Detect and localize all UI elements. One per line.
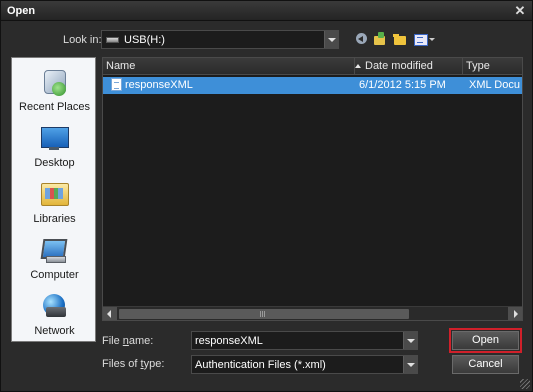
desktop-icon bbox=[38, 124, 70, 152]
title-bar[interactable]: Open ✕ bbox=[1, 1, 532, 21]
file-type-select[interactable]: Authentication Files (*.xml) bbox=[191, 355, 418, 374]
file-name-input[interactable]: responseXML bbox=[191, 331, 418, 350]
xml-file-icon bbox=[111, 77, 122, 91]
place-label: Recent Places bbox=[19, 101, 90, 113]
view-menu-icon[interactable] bbox=[413, 32, 428, 46]
scrollbar-thumb[interactable] bbox=[119, 309, 409, 319]
close-button[interactable]: ✕ bbox=[512, 3, 528, 18]
place-label: Libraries bbox=[33, 213, 76, 225]
place-recent-places[interactable]: Recent Places bbox=[12, 62, 97, 118]
view-menu-arrow-icon[interactable] bbox=[429, 38, 435, 41]
horizontal-scrollbar[interactable] bbox=[103, 306, 522, 320]
place-label: Network bbox=[34, 325, 75, 337]
file-name-label: File name: bbox=[102, 335, 154, 347]
network-icon bbox=[38, 292, 70, 320]
look-in-value: USB(H:) bbox=[124, 34, 165, 46]
file-type-value: Authentication Files (*.xml) bbox=[195, 359, 326, 371]
place-libraries[interactable]: Libraries bbox=[12, 174, 97, 230]
place-label: Computer bbox=[30, 269, 79, 281]
open-button-label: Open bbox=[472, 334, 499, 346]
computer-icon bbox=[38, 236, 70, 264]
back-icon[interactable] bbox=[355, 32, 369, 46]
file-date-cell: 6/1/2012 5:15 PM bbox=[359, 79, 446, 91]
up-one-level-icon[interactable] bbox=[373, 32, 387, 46]
file-type-label: Files of type: bbox=[102, 358, 165, 370]
column-header-date-modified[interactable]: Date modified bbox=[355, 58, 463, 75]
resize-grip-icon[interactable] bbox=[520, 379, 530, 389]
file-type-cell: XML Docu bbox=[469, 79, 520, 91]
sort-ascending-icon bbox=[355, 64, 361, 68]
scroll-right-icon[interactable] bbox=[508, 307, 522, 320]
window-title: Open bbox=[7, 5, 36, 17]
look-in-label: Look in: bbox=[63, 34, 102, 46]
usb-drive-icon bbox=[106, 37, 119, 43]
place-label: Desktop bbox=[34, 157, 75, 169]
libraries-icon bbox=[38, 180, 70, 208]
file-list[interactable]: Name Date modified Type responseXML 6/1/… bbox=[102, 57, 523, 321]
file-list-header: Name Date modified Type bbox=[103, 58, 522, 75]
column-header-date-label: Date modified bbox=[365, 60, 433, 72]
look-in-combobox[interactable]: USB(H:) bbox=[101, 30, 339, 49]
cancel-button[interactable]: Cancel bbox=[452, 355, 519, 374]
open-button[interactable]: Open bbox=[449, 328, 522, 353]
look-in-dropdown-arrow-icon[interactable] bbox=[324, 31, 338, 48]
file-name-text: responseXML bbox=[125, 79, 193, 91]
recent-places-icon bbox=[38, 68, 70, 96]
place-network[interactable]: Network bbox=[12, 286, 97, 342]
column-header-type[interactable]: Type bbox=[463, 58, 522, 75]
file-name-cell: responseXML bbox=[111, 77, 355, 94]
scroll-left-icon[interactable] bbox=[103, 307, 117, 320]
file-name-dropdown-arrow-icon[interactable] bbox=[403, 332, 417, 349]
places-bar: Recent Places Desktop Libraries Computer… bbox=[11, 57, 96, 342]
place-computer[interactable]: Computer bbox=[12, 230, 97, 286]
new-folder-icon[interactable] bbox=[393, 32, 407, 46]
open-file-dialog: Open ✕ Look in: USB(H:) Recent Places De… bbox=[0, 0, 533, 392]
file-name-value: responseXML bbox=[195, 335, 263, 347]
file-row[interactable]: responseXML 6/1/2012 5:15 PM XML Docu bbox=[103, 77, 522, 94]
column-header-name[interactable]: Name bbox=[103, 58, 355, 75]
file-type-dropdown-arrow-icon[interactable] bbox=[403, 356, 417, 373]
place-desktop[interactable]: Desktop bbox=[12, 118, 97, 174]
